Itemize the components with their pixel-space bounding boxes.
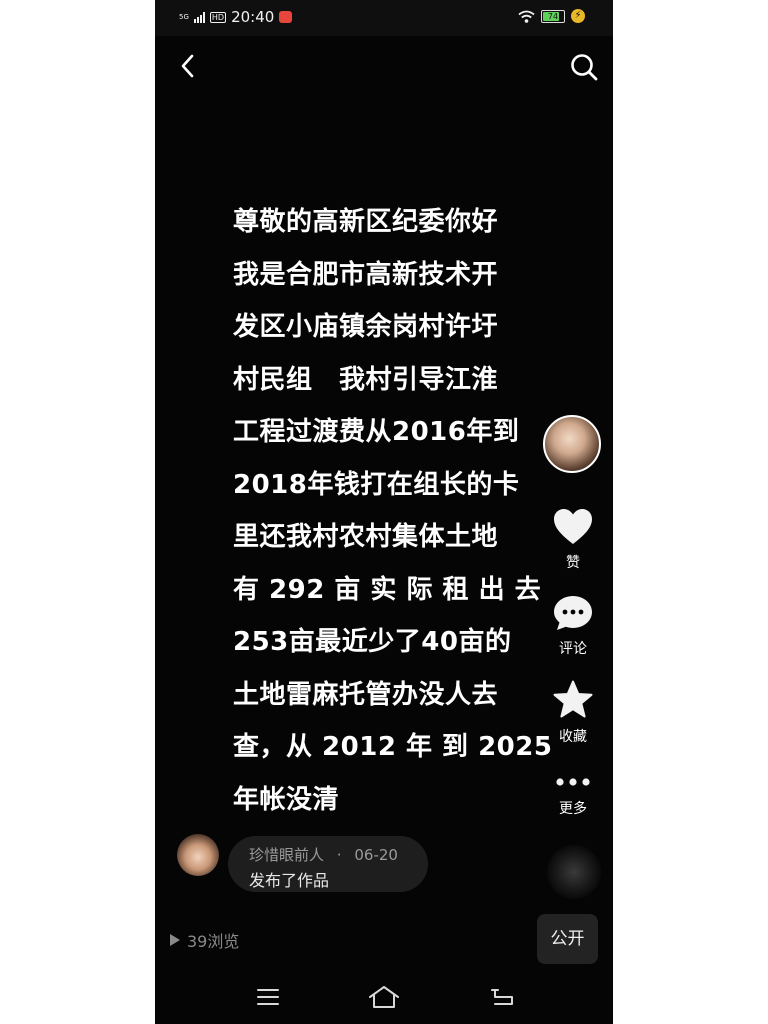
- author-avatar[interactable]: [177, 834, 219, 876]
- comment-label: 评论: [559, 641, 587, 657]
- post-line: 查，从 2012 年 到 2025: [233, 732, 553, 762]
- post-line: 里还我村农村集体土地: [233, 522, 499, 552]
- app-notification-icon: [279, 11, 293, 23]
- public-button[interactable]: 公开: [537, 914, 598, 964]
- status-right: 74 ⚡: [518, 9, 585, 23]
- post-line: 2018年钱打在组长的卡: [233, 469, 520, 500]
- charging-icon: ⚡: [571, 9, 585, 23]
- comment-button[interactable]: 评论: [540, 594, 606, 658]
- separator-dot: ·: [336, 846, 342, 864]
- system-nav-bar: [155, 972, 613, 1024]
- music-disc[interactable]: [547, 845, 601, 899]
- star-icon: [553, 680, 593, 718]
- author-info[interactable]: 珍惜眼前人 · 06-20 发布了作品: [228, 836, 428, 892]
- hd-badge: HD: [209, 11, 227, 23]
- wifi-icon: [518, 10, 535, 23]
- views-text: 39浏览: [187, 932, 240, 951]
- post-line: 发区小庙镇余岗村许圩: [233, 312, 499, 342]
- favorite-label: 收藏: [559, 729, 587, 745]
- heart-icon: [554, 509, 592, 544]
- post-line: 尊敬的高新区纪委你好: [233, 207, 499, 237]
- search-icon[interactable]: [565, 48, 603, 86]
- post-line: 253亩最近少了40亩的: [233, 627, 512, 657]
- post-line: 土地雷麻托管办没人去: [233, 679, 499, 710]
- activity-text: 发布了作品: [249, 871, 330, 890]
- post-line: 有 292 亩 实 际 租 出 去: [233, 574, 542, 605]
- battery-icon: 74: [541, 9, 565, 23]
- post-line: 工程过渡费从2016年到: [233, 417, 520, 447]
- network-type: 5G: [179, 12, 189, 21]
- more-icon: [556, 778, 590, 786]
- like-label: 赞: [566, 555, 580, 571]
- back-icon[interactable]: [171, 48, 207, 84]
- post-line: 村民组 我村引导江淮: [233, 364, 499, 395]
- return-icon[interactable]: [489, 986, 517, 1008]
- like-button[interactable]: 赞: [540, 508, 606, 572]
- view-count: 39浏览: [169, 928, 239, 952]
- author-line: 珍惜眼前人 · 06-20: [249, 844, 398, 865]
- phone-screen: 5G HD 20:40 74 ⚡ 尊敬的高新区纪委你好 我是合肥市高新技术开 发…: [155, 0, 613, 1024]
- clock: 20:40: [231, 8, 275, 26]
- more-button[interactable]: 更多: [540, 772, 606, 818]
- comment-icon: [554, 596, 592, 630]
- status-bar: 5G HD 20:40 74 ⚡: [155, 0, 613, 36]
- publish-date: 06-20: [354, 846, 398, 864]
- post-line: 我是合肥市高新技术开: [233, 259, 499, 290]
- more-label: 更多: [559, 801, 587, 817]
- signal-icon: [193, 11, 205, 23]
- post-text: 尊敬的高新区纪委你好 我是合肥市高新技术开 发区小庙镇余岗村许圩 村民组 我村引…: [233, 196, 553, 826]
- play-icon: [170, 934, 180, 946]
- home-icon[interactable]: [367, 984, 401, 1010]
- author-name: 珍惜眼前人: [249, 846, 325, 864]
- status-left: 5G HD 20:40: [179, 8, 293, 26]
- menu-icon[interactable]: [255, 986, 281, 1008]
- battery-level: 74: [547, 11, 559, 21]
- post-line: 年帐没清: [233, 784, 340, 815]
- creator-avatar[interactable]: [543, 415, 601, 473]
- favorite-button[interactable]: 收藏: [540, 680, 606, 746]
